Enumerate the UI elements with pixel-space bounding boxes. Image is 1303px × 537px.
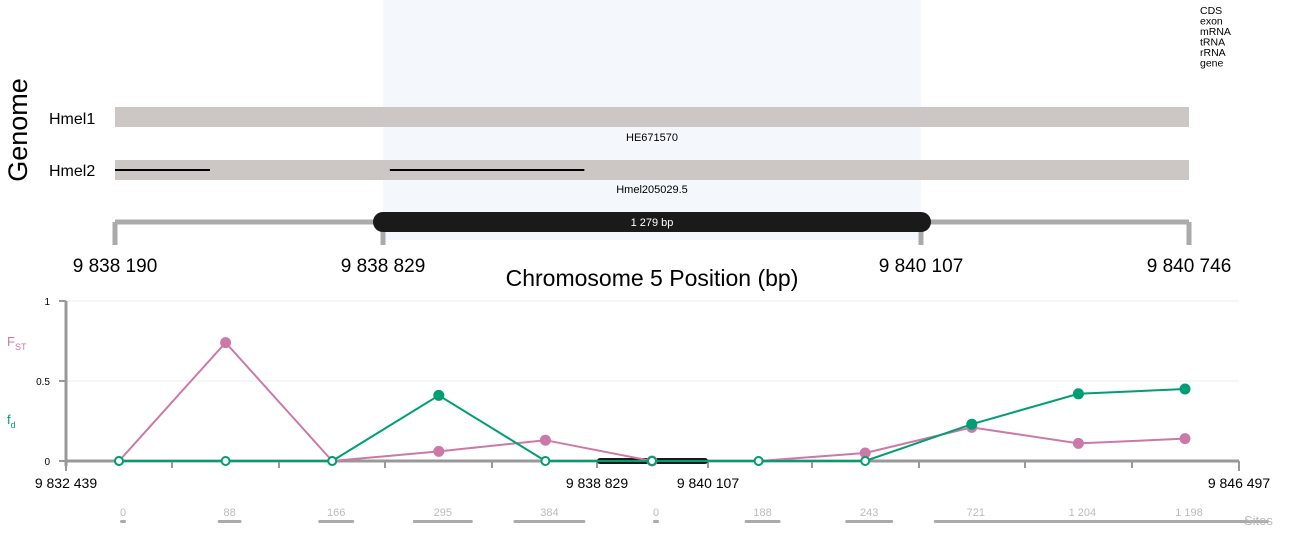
fd-point-10 [1179, 383, 1191, 395]
genome-tick-label-start: 9 838 190 [73, 256, 158, 277]
sites-count-4: 384 [540, 507, 558, 519]
assembly-label-hmel2: Hmel2 [49, 163, 95, 180]
x-label-hl-start: 9 838 829 [566, 475, 628, 491]
sites-label: Sites [1244, 513, 1273, 528]
fst-point-3 [433, 445, 445, 457]
scaffold-name-hmel2: Hmel205029.5 [616, 184, 688, 196]
fd-point-3 [433, 389, 445, 401]
sites-count-10: 1 198 [1175, 507, 1203, 519]
fd-series-label: fd [7, 412, 16, 430]
fd-point-2 [327, 456, 338, 466]
sites-bar-6 [744, 520, 781, 523]
fst-point-10 [1179, 433, 1191, 445]
sites-bar-5 [653, 520, 659, 523]
x-label-start: 9 832 439 [35, 475, 97, 491]
figure: Genome CDS exon mRNA tRNA rRNA gene Hmel1 HE6… [0, 0, 1303, 537]
fd-point-9 [1072, 388, 1084, 400]
fd-point-8 [966, 418, 978, 430]
fd-point-6 [753, 456, 764, 466]
sites-count-5: 0 [653, 507, 659, 519]
sites-count-7: 243 [860, 507, 878, 519]
feature-legend: CDSexonmRNAtRNArRNAgene [1200, 5, 1231, 70]
fd-point-5 [647, 456, 657, 466]
genome-axis-title: Chromosome 5 Position (bp) [506, 265, 799, 291]
series-layer [114, 337, 1191, 467]
genome-tick-label-end: 9 840 746 [1147, 256, 1232, 277]
fd-point-7 [860, 456, 871, 466]
sites-bar-3 [412, 520, 473, 523]
fd-point-1 [220, 456, 231, 466]
gridlines [66, 300, 1239, 382]
sites-bar-1 [217, 520, 242, 523]
sites-row: 0 88 166 295 384 0 188 243 721 1 204 1 198 [120, 507, 1269, 523]
sites-bar-2 [318, 520, 355, 523]
fd-point-0 [114, 456, 124, 466]
scaffold-bar-hmel1 [115, 107, 1189, 127]
sites-bar-0 [120, 520, 126, 523]
fst-point-4 [539, 434, 551, 446]
x-label-hl-end: 9 840 107 [677, 475, 739, 491]
scaffold-name-hmel1: HE671570 [626, 132, 678, 144]
sites-count-8: 721 [967, 507, 985, 519]
fst-line [118, 341, 1186, 463]
y-tick-label-05: 0.5 [36, 377, 50, 388]
figure-svg: Genome CDSexonmRNAtRNArRNAgene Hmel1 HE6… [3, 0, 1273, 528]
x-label-end: 9 846 497 [1208, 475, 1270, 491]
legend-item-gene: gene [1200, 58, 1224, 70]
fst-point-9 [1072, 437, 1084, 449]
genome-tick-label-hl-start: 9 838 829 [341, 256, 426, 277]
fst-series-label: FST [7, 334, 27, 352]
sites-count-6: 188 [753, 507, 771, 519]
scaffold-bar-hmel2 [115, 160, 1189, 180]
fst-point-1 [220, 337, 232, 349]
sites-count-9: 1 204 [1069, 507, 1097, 519]
genome-tick-label-hl-end: 9 840 107 [879, 256, 964, 277]
highlight-length-label: 1 279 bp [631, 217, 674, 229]
sites-count-0: 0 [120, 507, 126, 519]
sites-count-2: 166 [327, 507, 345, 519]
sites-count-1: 88 [223, 507, 235, 519]
assembly-label-hmel1: Hmel1 [49, 111, 95, 128]
fd-point-4 [540, 456, 551, 466]
fd-line [119, 388, 1186, 462]
y-tick-label-0: 0 [44, 457, 50, 468]
genome-panel-title: Genome [3, 78, 33, 182]
y-tick-label-1: 1 [44, 297, 50, 308]
sites-bar-7 [845, 520, 894, 523]
sites-bar-4 [513, 520, 586, 523]
sites-count-3: 295 [434, 507, 452, 519]
